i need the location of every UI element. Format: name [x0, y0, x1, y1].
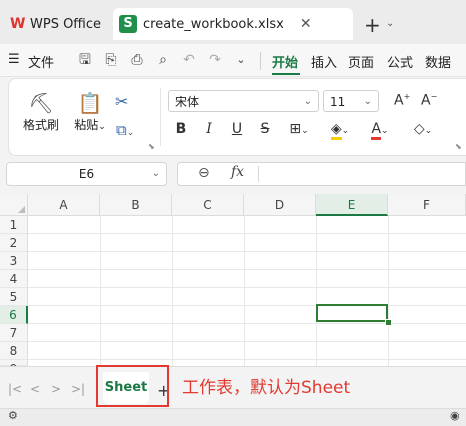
last-sheet-icon[interactable]: >| — [71, 382, 85, 396]
chevron-down-icon[interactable]: ⌄ — [386, 18, 394, 29]
bold-icon[interactable]: B — [174, 120, 188, 138]
expand-icon[interactable]: ⬊ — [455, 142, 462, 151]
tab-create-workbook[interactable]: S create_workbook.xlsx ✕ — [113, 8, 353, 40]
eye-icon[interactable]: ◉ — [450, 409, 460, 422]
chevron-down-icon: ⌄ — [363, 96, 372, 107]
italic-icon[interactable]: I — [202, 120, 216, 138]
fx-icon[interactable]: fx — [231, 164, 244, 180]
column-header-e[interactable]: E — [316, 194, 388, 216]
new-tab-button[interactable]: + — [364, 13, 381, 37]
gridline — [28, 251, 466, 252]
hamburger-icon[interactable]: ☰ — [8, 52, 20, 67]
row-header-7[interactable]: 7 — [0, 324, 28, 342]
chevron-down-icon: ⌄ — [303, 96, 312, 107]
next-sheet-icon[interactable]: > — [51, 382, 61, 396]
gridline — [316, 216, 317, 366]
gridline — [28, 287, 466, 288]
row-header-8[interactable]: 8 — [0, 342, 28, 360]
gridline — [388, 216, 389, 366]
clipboard-icon: 📋 — [77, 91, 103, 115]
tab-wps-office[interactable]: W WPS Office — [2, 8, 102, 40]
status-bar — [0, 408, 466, 426]
print-icon[interactable]: ⎙ — [128, 51, 146, 69]
fill-handle[interactable] — [385, 319, 392, 326]
increase-font-icon[interactable]: A+ — [394, 92, 410, 109]
tab-label: WPS Office — [30, 16, 102, 32]
menu-data[interactable]: 数据 — [425, 52, 451, 71]
tab-label: create_workbook.xlsx — [143, 16, 284, 32]
row-header-2[interactable]: 2 — [0, 234, 28, 252]
fill-color-icon[interactable]: ◈⌄ — [326, 120, 354, 140]
row-header-1[interactable]: 1 — [0, 216, 28, 234]
menu-file[interactable]: 文件 — [28, 52, 54, 71]
strikethrough-icon[interactable]: S — [258, 120, 272, 138]
format-painter-icon: ⛏ — [28, 91, 54, 115]
share-icon[interactable]: ⎘ — [102, 51, 120, 69]
prev-sheet-icon[interactable]: < — [30, 382, 40, 396]
column-header-d[interactable]: D — [244, 194, 316, 216]
gridline — [28, 323, 466, 324]
row-header-5[interactable]: 5 — [0, 288, 28, 306]
menu-home[interactable]: 开始 — [272, 52, 298, 71]
font-color-icon[interactable]: A⌄ — [366, 120, 394, 140]
selected-cell-e6[interactable] — [316, 304, 388, 322]
wps-logo-icon: W — [10, 16, 26, 32]
gridline — [244, 216, 245, 366]
paste-label: 粘贴⌄ — [74, 118, 106, 132]
format-painter-button[interactable]: ⛏ 格式刷 — [20, 90, 62, 133]
macro-icon[interactable]: ⚙ — [8, 409, 18, 422]
menu-page[interactable]: 页面 — [348, 52, 374, 71]
first-sheet-icon[interactable]: |< — [8, 382, 22, 396]
save-icon[interactable]: 🖫 — [76, 51, 94, 69]
column-header-c[interactable]: C — [172, 194, 244, 216]
close-icon[interactable]: ✕ — [300, 16, 312, 32]
clear-format-icon[interactable]: ◇⌄ — [408, 120, 438, 138]
divider — [258, 166, 259, 182]
menu-insert[interactable]: 插入 — [311, 52, 337, 71]
column-header-f[interactable]: F — [388, 194, 466, 216]
column-header-b[interactable]: B — [100, 194, 172, 216]
borders-icon[interactable]: ⊞⌄ — [286, 120, 312, 138]
chevron-down-icon: ⌄ — [151, 168, 160, 179]
gridline — [100, 216, 101, 366]
gridline — [28, 305, 466, 306]
undo-icon[interactable]: ↶ — [180, 51, 198, 69]
row-header-6[interactable]: 6 — [0, 306, 28, 324]
annotation-text: 工作表，默认为Sheet — [182, 378, 351, 398]
gridline — [172, 216, 173, 366]
print-preview-icon[interactable]: ⌕ — [154, 51, 172, 69]
chevron-down-icon[interactable]: ⌄ — [232, 51, 250, 69]
annotation-highlight-box — [96, 365, 169, 407]
gridline — [28, 233, 466, 234]
spreadsheet-s-icon: S — [119, 15, 137, 33]
decrease-font-icon[interactable]: A− — [421, 92, 437, 109]
formula-input[interactable] — [177, 162, 466, 186]
select-all-corner[interactable] — [0, 194, 28, 216]
expand-icon[interactable]: ⬊ — [148, 142, 155, 151]
row-header-3[interactable]: 3 — [0, 252, 28, 270]
redo-icon[interactable]: ↷ — [206, 51, 224, 69]
divider — [260, 52, 261, 70]
format-painter-label: 格式刷 — [22, 118, 59, 132]
copy-icon[interactable]: ⧉⌄ — [116, 121, 134, 139]
underline-icon[interactable]: U — [230, 120, 244, 138]
gridline — [28, 341, 466, 342]
font-name-select[interactable]: 宋体 ⌄ — [168, 90, 319, 112]
cut-icon[interactable]: ✂ — [115, 92, 128, 111]
paste-button[interactable]: 📋 粘贴⌄ — [68, 90, 112, 133]
font-size-select[interactable]: 11 ⌄ — [323, 90, 379, 112]
gridline — [28, 269, 466, 270]
name-box[interactable]: E6 ⌄ — [6, 162, 167, 186]
gridline — [28, 359, 466, 360]
divider — [160, 88, 161, 146]
active-menu-indicator — [272, 73, 300, 75]
column-header-a[interactable]: A — [28, 194, 100, 216]
zoom-search-icon[interactable]: ⊖ — [198, 165, 210, 181]
row-header-4[interactable]: 4 — [0, 270, 28, 288]
menu-formula[interactable]: 公式 — [387, 52, 413, 71]
